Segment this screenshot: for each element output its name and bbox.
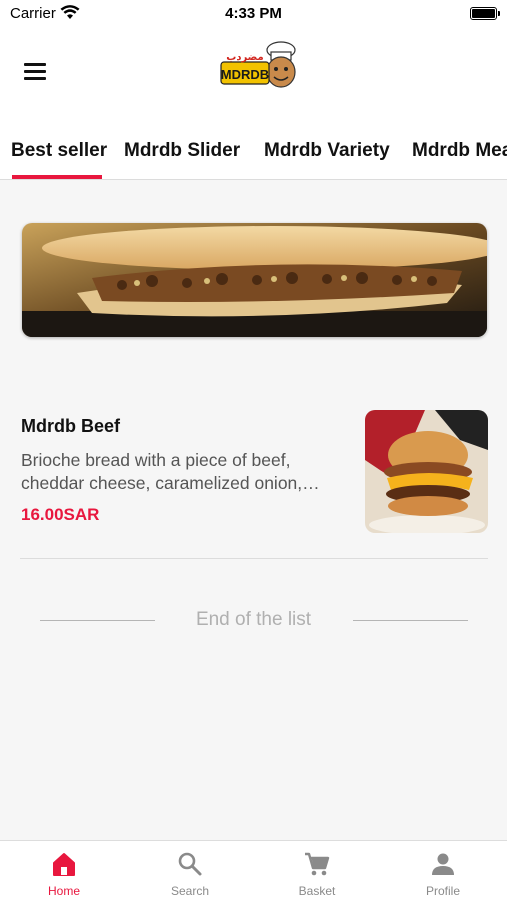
category-tabs: Best seller Mdrdb Slider Mdrdb Variety M…: [0, 120, 507, 180]
tab-mdrdb-slider[interactable]: Mdrdb Slider: [124, 140, 240, 162]
menu-bar-icon: [24, 77, 46, 80]
person-icon: [430, 851, 456, 877]
product-price: 16.00SAR: [21, 505, 100, 524]
tab-mdrdb-meal[interactable]: Mdrdb Mea: [412, 140, 507, 162]
list-divider: [20, 558, 488, 559]
bottom-navigation: Home Search Basket Profile: [0, 840, 507, 900]
nav-basket[interactable]: Basket: [254, 841, 380, 900]
nav-label-home: Home: [47, 884, 80, 898]
active-tab-indicator: [12, 175, 102, 179]
end-divider-right: [353, 620, 468, 621]
hamburger-menu-button[interactable]: [20, 60, 50, 82]
clock-label: 4:33 PM: [225, 5, 282, 22]
tab-best-seller[interactable]: Best seller: [11, 140, 107, 162]
nav-label-profile: Profile: [425, 884, 460, 898]
tab-mdrdb-variety[interactable]: Mdrdb Variety: [264, 140, 390, 162]
nav-profile[interactable]: Profile: [380, 841, 506, 900]
search-icon: [177, 851, 203, 877]
cart-icon: [304, 851, 330, 877]
nav-label-search: Search: [170, 884, 210, 898]
nav-search[interactable]: Search: [127, 841, 253, 900]
brand-logo: MDRDB مضردب: [219, 40, 301, 95]
status-bar: Carrier 4:33 PM: [0, 0, 507, 30]
app-header: MDRDB مضردب: [0, 30, 507, 120]
menu-bar-icon: [24, 70, 46, 73]
logo-arabic-wordmark: مضردب: [226, 52, 263, 63]
logo-wordmark: MDRDB: [221, 67, 269, 82]
home-icon: [51, 851, 77, 877]
nav-home[interactable]: Home: [1, 841, 127, 900]
nav-label-basket: Basket: [298, 884, 336, 898]
product-image: [365, 410, 488, 533]
menu-bar-icon: [24, 63, 46, 66]
promo-banner[interactable]: [22, 223, 487, 337]
product-card[interactable]: Mdrdb Beef Brioche bread with a piece of…: [20, 408, 488, 558]
product-name: Mdrdb Beef: [21, 416, 120, 436]
product-description: Brioche bread with a piece of beef, ched…: [21, 450, 320, 493]
battery-icon: [470, 7, 500, 20]
